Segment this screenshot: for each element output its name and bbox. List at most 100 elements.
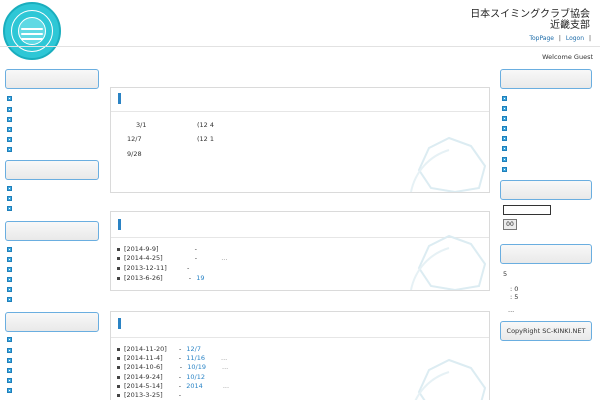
sidebar-item-icon[interactable]	[7, 247, 12, 252]
sidebar-item-icon[interactable]	[502, 126, 507, 131]
left-widget-header-2	[5, 160, 99, 180]
news-more: ...	[222, 363, 229, 371]
bullet-icon	[117, 266, 120, 270]
search-button[interactable]: 00	[503, 219, 517, 230]
sidebar-item-icon[interactable]	[7, 137, 12, 142]
news-date: [2014-11-20]	[124, 345, 167, 353]
site-title-line2: 近畿支部	[550, 20, 590, 31]
news-more: ...	[221, 254, 228, 262]
header-divider	[0, 46, 600, 47]
stat-line: : 5	[510, 293, 519, 301]
news-link[interactable]: 19	[196, 274, 204, 282]
stat-main: 5	[503, 270, 508, 278]
list-item[interactable]: [2013-6-26] - 19	[117, 274, 205, 282]
logo-wave	[21, 38, 43, 40]
list-item[interactable]: [2013-3-25] -	[117, 391, 181, 399]
news-date: [2013-3-25]	[124, 391, 163, 399]
notice-date: 9/28	[127, 150, 142, 158]
sidebar-item-icon[interactable]	[502, 167, 507, 172]
sidebar-item-icon[interactable]	[7, 196, 12, 201]
list-item[interactable]: [2014-9-9] -	[117, 245, 197, 253]
sidebar-item-icon[interactable]	[502, 157, 507, 162]
news-date: [2014-4-25]	[124, 254, 163, 262]
sidebar-item-icon[interactable]	[7, 127, 12, 132]
news-panel-1: [2014-9-9] - [2014-4-25] - ... [2013-12-…	[110, 211, 490, 291]
logo-wave	[21, 28, 43, 30]
bullet-icon	[117, 356, 120, 360]
logon-link[interactable]: Logon	[566, 35, 584, 42]
sidebar-item-icon[interactable]	[7, 337, 12, 342]
sidebar-item-icon[interactable]	[7, 117, 12, 122]
panel-title-divider	[111, 337, 489, 338]
right-widget-header-1	[500, 69, 592, 89]
news-date: [2014-9-24]	[124, 373, 163, 381]
sidebar-item-icon[interactable]	[7, 257, 12, 262]
news-date: [2014-11-4]	[124, 354, 163, 362]
news-date: [2013-6-26]	[124, 274, 163, 282]
news-separator: -	[178, 382, 182, 390]
news-link[interactable]: 12/7	[186, 345, 201, 353]
list-item[interactable]: [2014-11-4] - 11/16 ...	[117, 354, 227, 362]
news-link[interactable]: 10/12	[186, 373, 205, 381]
stat-line: : 0	[510, 285, 519, 293]
list-item[interactable]: [2014-11-20] - 12/7	[117, 345, 201, 353]
logo-core	[18, 17, 46, 45]
panel-title-marker	[118, 318, 121, 329]
sidebar-item-icon[interactable]	[7, 368, 12, 373]
search-input[interactable]	[503, 205, 551, 215]
list-item[interactable]: [2014-9-24] - 10/12	[117, 373, 205, 381]
news-date: [2013-12-11]	[124, 264, 167, 272]
sidebar-item-icon[interactable]	[7, 147, 12, 152]
list-item[interactable]: [2014-10-6] - 10/19 ...	[117, 363, 228, 371]
sidebar-item-icon[interactable]	[7, 348, 12, 353]
bullet-icon	[117, 347, 120, 351]
panel-title-divider	[111, 111, 489, 112]
list-item[interactable]: [2014-5-14] - 2014 ...	[117, 382, 229, 390]
news-link[interactable]: 10/19	[187, 363, 206, 371]
left-widget-header-3	[5, 221, 99, 241]
news-more: ...	[221, 354, 228, 362]
sidebar-item-icon[interactable]	[502, 136, 507, 141]
sidebar-item-icon[interactable]	[7, 267, 12, 272]
toppage-link[interactable]: TopPage	[529, 35, 554, 42]
top-links: TopPage | Logon |	[529, 35, 594, 42]
notice-date: 12/7	[127, 135, 142, 143]
sidebar-item-icon[interactable]	[502, 96, 507, 101]
welcome-text: Welcome Guest	[542, 53, 593, 61]
logo-wave	[21, 33, 43, 35]
sidebar-item-icon[interactable]	[7, 96, 12, 101]
news-separator: -	[178, 373, 182, 381]
bullet-icon	[117, 247, 120, 251]
sidebar-item-icon[interactable]	[7, 186, 12, 191]
sidebar-item-icon[interactable]	[7, 287, 12, 292]
news-more: ...	[222, 382, 230, 390]
sidebar-item-icon[interactable]	[502, 146, 507, 151]
copyright-box: CopyRight SC-KINKI.NET	[500, 321, 592, 341]
news-panel-2: [2014-11-20] - 12/7 [2014-11-4] - 11/16 …	[110, 311, 490, 400]
sidebar-item-icon[interactable]	[7, 297, 12, 302]
sidebar-item-icon[interactable]	[502, 106, 507, 111]
sidebar-item-icon[interactable]	[7, 378, 12, 383]
site-logo[interactable]	[3, 2, 61, 60]
bullet-icon	[117, 365, 120, 369]
list-item[interactable]: [2014-4-25] - ...	[117, 254, 227, 262]
sidebar-item-icon[interactable]	[7, 358, 12, 363]
bullet-icon	[117, 384, 120, 388]
sidebar-item-icon[interactable]	[7, 277, 12, 282]
news-separator: -	[194, 254, 198, 262]
news-link[interactable]: 11/16	[186, 354, 205, 362]
link-separator: |	[558, 35, 561, 42]
bullet-icon	[117, 276, 120, 280]
left-widget-header-1	[5, 69, 99, 89]
notice-text: (12 1	[197, 135, 215, 143]
list-item[interactable]: [2013-12-11] -	[117, 264, 189, 272]
news-link[interactable]: 2014	[186, 382, 203, 390]
sidebar-item-icon[interactable]	[7, 388, 12, 393]
panel-title-marker	[118, 93, 121, 104]
sidebar-item-icon[interactable]	[7, 206, 12, 211]
site-title: 日本スイミングクラブ協会 近畿支部	[470, 9, 590, 31]
sidebar-item-icon[interactable]	[7, 107, 12, 112]
news-separator: -	[178, 354, 182, 362]
site-title-line1: 日本スイミングクラブ協会	[470, 9, 590, 20]
sidebar-item-icon[interactable]	[502, 116, 507, 121]
